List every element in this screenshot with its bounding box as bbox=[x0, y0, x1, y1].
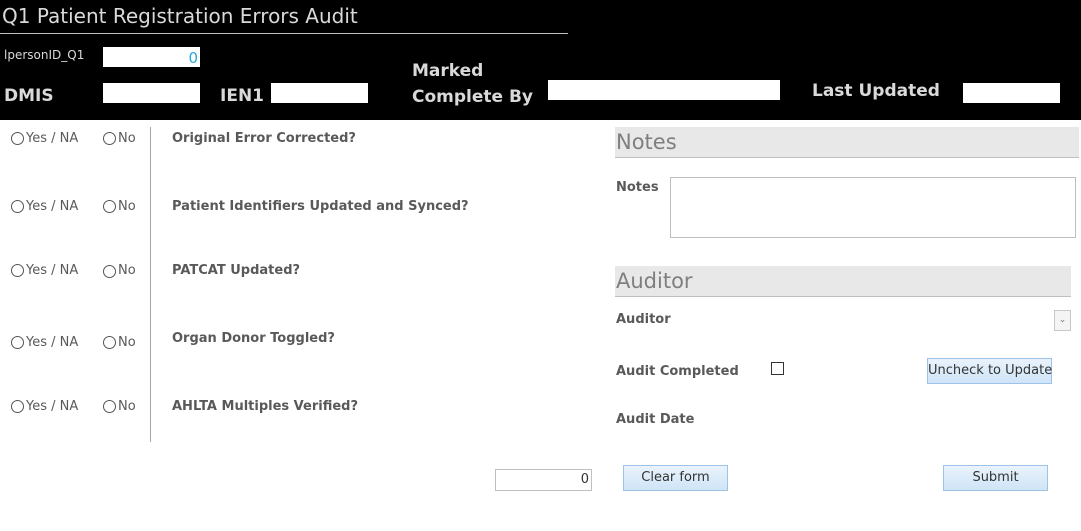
q2-no-radio[interactable] bbox=[103, 200, 116, 213]
title-underline bbox=[0, 33, 568, 34]
marked-complete-label-line2: Complete By bbox=[412, 87, 534, 107]
record-counter-field[interactable]: 0 bbox=[495, 469, 592, 491]
lperson-label: lpersonID_Q1 bbox=[4, 48, 85, 62]
submit-button[interactable]: Submit bbox=[943, 465, 1048, 491]
q5-yes-label: Yes / NA bbox=[26, 399, 79, 414]
notes-section-heading: Notes bbox=[615, 127, 1079, 158]
uncheck-to-update-button[interactable]: Uncheck to Update bbox=[927, 358, 1052, 384]
audit-date-field[interactable] bbox=[700, 410, 900, 430]
q3-yes-radio[interactable] bbox=[11, 264, 24, 277]
auditor-select[interactable] bbox=[700, 310, 1054, 331]
form-title: Q1 Patient Registration Errors Audit bbox=[2, 4, 358, 28]
ien1-field[interactable] bbox=[271, 83, 368, 103]
q1-no-radio[interactable] bbox=[103, 132, 116, 145]
q2-yes-label: Yes / NA bbox=[26, 199, 79, 214]
q5-no-radio[interactable] bbox=[103, 400, 116, 413]
q5-yes-radio[interactable] bbox=[11, 400, 24, 413]
q3-question: PATCAT Updated? bbox=[172, 263, 301, 278]
clear-form-button[interactable]: Clear form bbox=[623, 465, 728, 491]
q4-question: Organ Donor Toggled? bbox=[172, 331, 335, 346]
last-updated-label: Last Updated bbox=[812, 81, 940, 101]
notes-textarea[interactable] bbox=[670, 177, 1076, 238]
dmis-field[interactable] bbox=[103, 83, 200, 103]
q2-question: Patient Identifiers Updated and Synced? bbox=[172, 199, 469, 214]
q4-no-label: No bbox=[118, 335, 136, 350]
audit-completed-checkbox[interactable] bbox=[771, 362, 784, 375]
dmis-label: DMIS bbox=[4, 86, 54, 106]
q4-yes-label: Yes / NA bbox=[26, 335, 79, 350]
q1-no-label: No bbox=[118, 131, 136, 146]
q3-yes-label: Yes / NA bbox=[26, 263, 79, 278]
lperson-value: 0 bbox=[188, 49, 198, 67]
q1-question: Original Error Corrected? bbox=[172, 131, 356, 146]
audit-completed-label: Audit Completed bbox=[616, 364, 739, 379]
q4-no-radio[interactable] bbox=[103, 336, 116, 349]
marked-complete-by-field[interactable] bbox=[548, 80, 780, 100]
q5-question: AHLTA Multiples Verified? bbox=[172, 399, 359, 414]
vertical-divider bbox=[150, 127, 151, 442]
q2-no-label: No bbox=[118, 199, 136, 214]
chevron-down-icon[interactable]: ⌄ bbox=[1054, 310, 1071, 331]
marked-complete-label-line1: Marked bbox=[412, 61, 484, 81]
q3-no-radio[interactable] bbox=[103, 265, 116, 278]
q3-no-label: No bbox=[118, 263, 136, 278]
auditor-section-heading: Auditor bbox=[615, 266, 1071, 297]
q4-yes-radio[interactable] bbox=[11, 336, 24, 349]
form-header: Q1 Patient Registration Errors Audit lpe… bbox=[0, 0, 1081, 120]
q5-no-label: No bbox=[118, 399, 136, 414]
q2-yes-radio[interactable] bbox=[11, 200, 24, 213]
q1-yes-label: Yes / NA bbox=[26, 131, 79, 146]
notes-label: Notes bbox=[616, 180, 659, 195]
audit-date-label: Audit Date bbox=[616, 412, 695, 427]
q1-yes-radio[interactable] bbox=[11, 132, 24, 145]
ien1-label: IEN1 bbox=[220, 86, 264, 106]
auditor-label: Auditor bbox=[616, 312, 671, 327]
last-updated-field[interactable] bbox=[963, 83, 1060, 103]
